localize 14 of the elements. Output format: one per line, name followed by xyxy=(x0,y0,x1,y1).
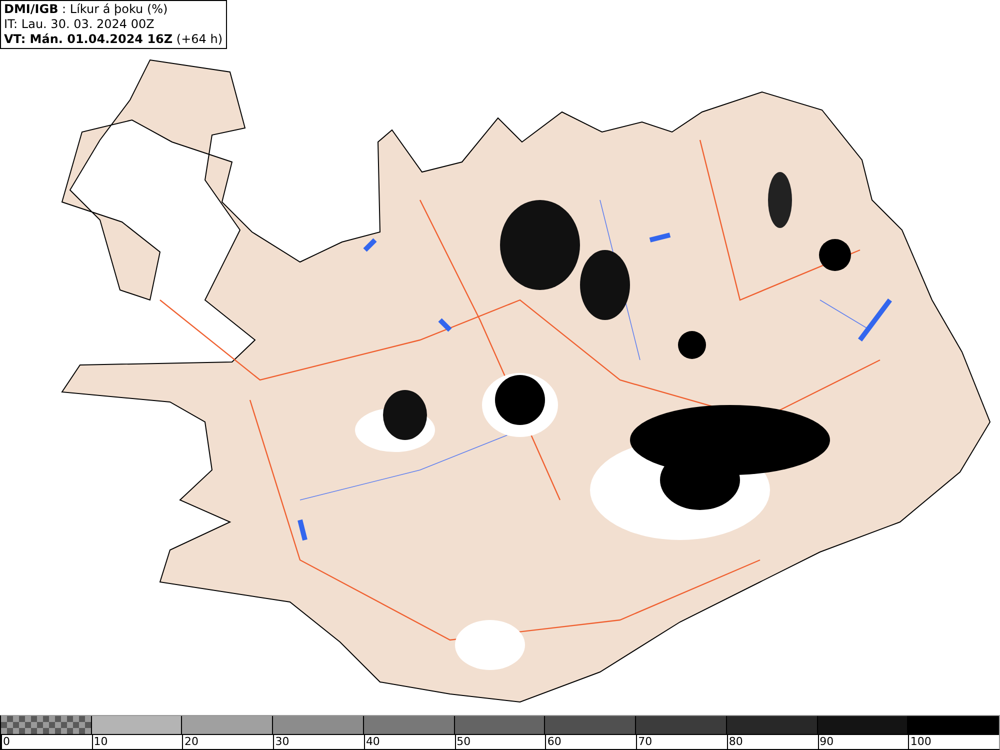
legend-label: 0 xyxy=(1,734,92,749)
legend-label: 50 xyxy=(454,734,546,749)
legend-label: 80 xyxy=(726,734,818,749)
legend-label: 100 xyxy=(908,734,1000,749)
legend-label: 30 xyxy=(273,734,364,749)
info-line: IT: Lau. 30. 03. 2024 00Z xyxy=(4,17,156,32)
legend-label: 90 xyxy=(818,734,908,749)
info-line: VT: Mán. 01.04.2024 16Z (+64 h) xyxy=(4,32,223,47)
info-line: DMI/IGB : Líkur á þoku (%) xyxy=(4,2,169,17)
legend-label: 20 xyxy=(182,734,274,749)
legend-label: 70 xyxy=(636,734,727,749)
legend-label: 60 xyxy=(545,734,636,749)
legend-label: 40 xyxy=(364,734,455,749)
legend-label: 10 xyxy=(92,734,182,749)
